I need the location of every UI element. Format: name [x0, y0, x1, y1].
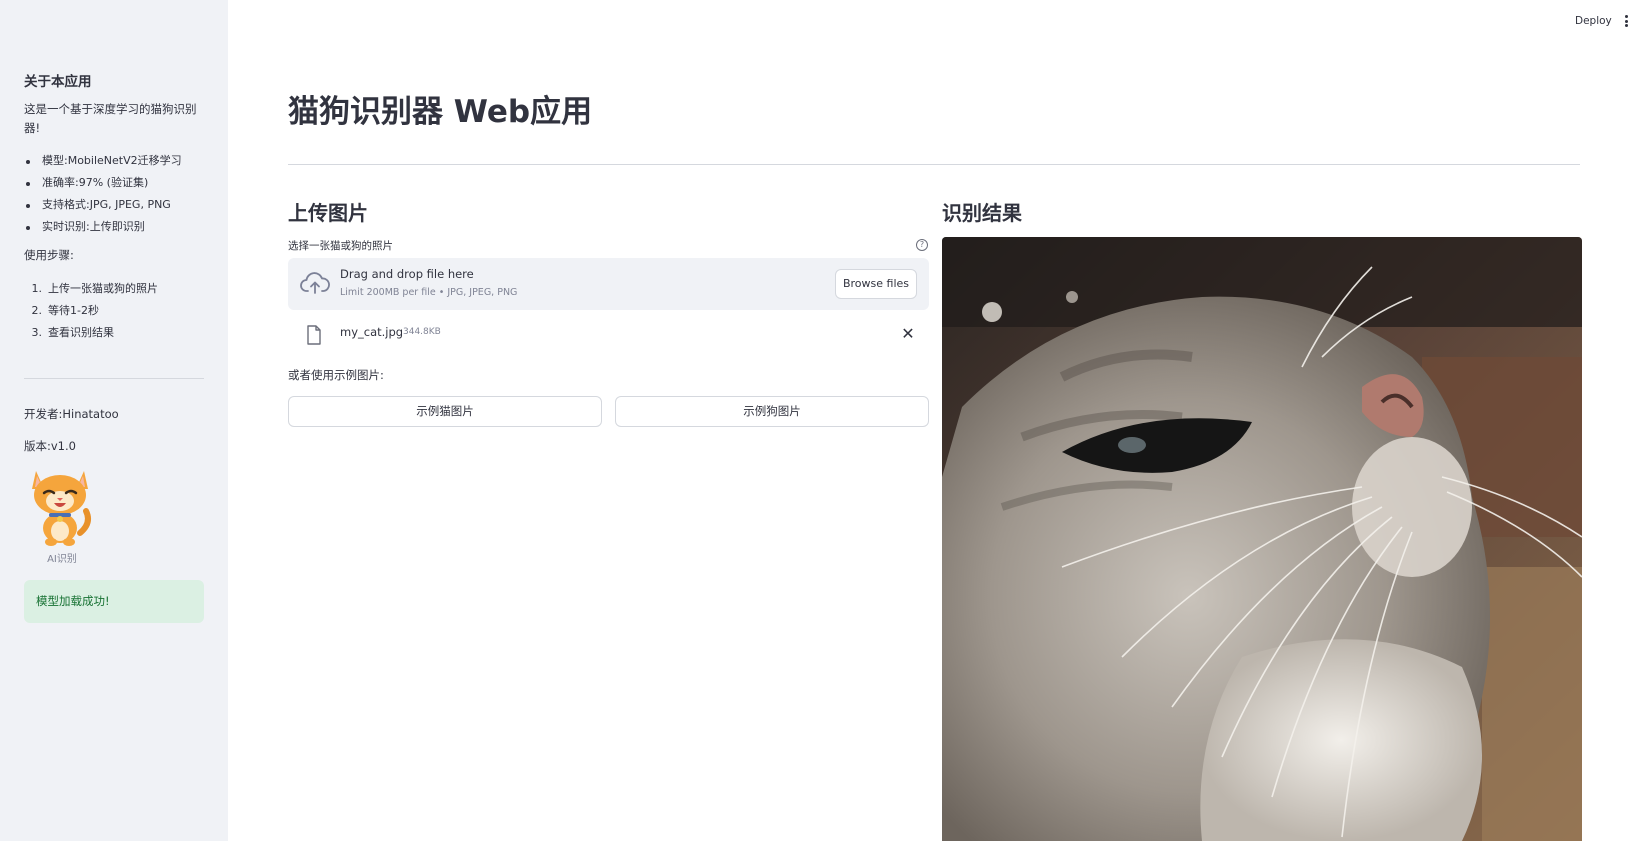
dropzone-title: Drag and drop file here: [340, 267, 474, 281]
uploaded-file-row: my_cat.jpg 344.8KB ✕: [288, 320, 929, 350]
version-label: 版本:v1.0: [24, 439, 76, 453]
sidebar: 关于本应用 这是一个基于深度学习的猫狗识别器! 模型:MobileNetV2迁移…: [0, 0, 228, 841]
title-divider: [288, 164, 1580, 165]
feature-item: 模型:MobileNetV2迁移学习: [24, 150, 214, 172]
close-icon[interactable]: ✕: [900, 326, 916, 342]
step-number: 2.: [31, 304, 43, 317]
file-name: my_cat.jpg: [340, 325, 404, 339]
logo-caption: AI识别: [47, 554, 77, 565]
more-vertical-icon[interactable]: [1622, 14, 1630, 30]
app-root: 关于本应用 这是一个基于深度学习的猫狗识别器! 模型:MobileNetV2迁移…: [0, 0, 1649, 841]
success-alert: 模型加载成功!: [24, 580, 204, 623]
step-item: 3. 查看识别结果: [24, 322, 158, 344]
file-size: 344.8KB: [403, 327, 441, 337]
file-icon: [307, 325, 321, 345]
page-title: 猫狗识别器 Web应用: [288, 94, 593, 130]
help-circle-icon[interactable]: ?: [916, 239, 928, 251]
step-item: 1. 上传一张猫或狗的照片: [24, 278, 159, 300]
developer-credit: 开发者:Hinatatoo: [24, 407, 119, 421]
file-dropzone[interactable]: Drag and drop file here Limit 200MB per …: [288, 258, 929, 310]
cat-photo: [942, 237, 1582, 841]
feature-item: 支持格式:JPG, JPEG, PNG: [24, 194, 214, 216]
sidebar-heading: 关于本应用: [24, 74, 92, 90]
step-text: 等待1-2秒: [48, 304, 99, 317]
upload-heading: 上传图片: [288, 201, 368, 225]
feature-list: 模型:MobileNetV2迁移学习 准确率:97% (验证集) 支持格式:JP…: [24, 150, 214, 238]
sidebar-intro: 这是一个基于深度学习的猫狗识别器!: [24, 102, 197, 135]
cartoon-cat-logo: [32, 471, 91, 546]
examples-label: 或者使用示例图片:: [288, 368, 384, 382]
browse-files-button[interactable]: Browse files: [835, 269, 917, 299]
feature-item: 实时识别:上传即识别: [24, 216, 214, 238]
step-number: 3.: [31, 326, 43, 339]
example-cat-button[interactable]: 示例猫图片: [288, 396, 602, 427]
cloud-upload-icon: [300, 272, 330, 294]
step-text: 上传一张猫或狗的照片: [48, 282, 158, 295]
steps-label: 使用步骤:: [24, 248, 74, 262]
uploader-label: 选择一张猫或狗的照片: [288, 240, 393, 252]
sidebar-divider: [24, 378, 204, 379]
step-text: 查看识别结果: [48, 326, 114, 339]
deploy-button[interactable]: Deploy: [1575, 15, 1612, 27]
step-item: 2. 等待1-2秒: [24, 300, 158, 322]
result-heading: 识别结果: [942, 201, 1022, 225]
feature-item: 准确率:97% (验证集): [24, 172, 214, 194]
dropzone-subtitle: Limit 200MB per file • JPG, JPEG, PNG: [340, 287, 518, 298]
steps-list: 1. 上传一张猫或狗的照片 2. 等待1-2秒 3. 查看识别结果: [24, 278, 159, 344]
example-dog-button[interactable]: 示例狗图片: [615, 396, 929, 427]
step-number: 1.: [31, 282, 43, 295]
